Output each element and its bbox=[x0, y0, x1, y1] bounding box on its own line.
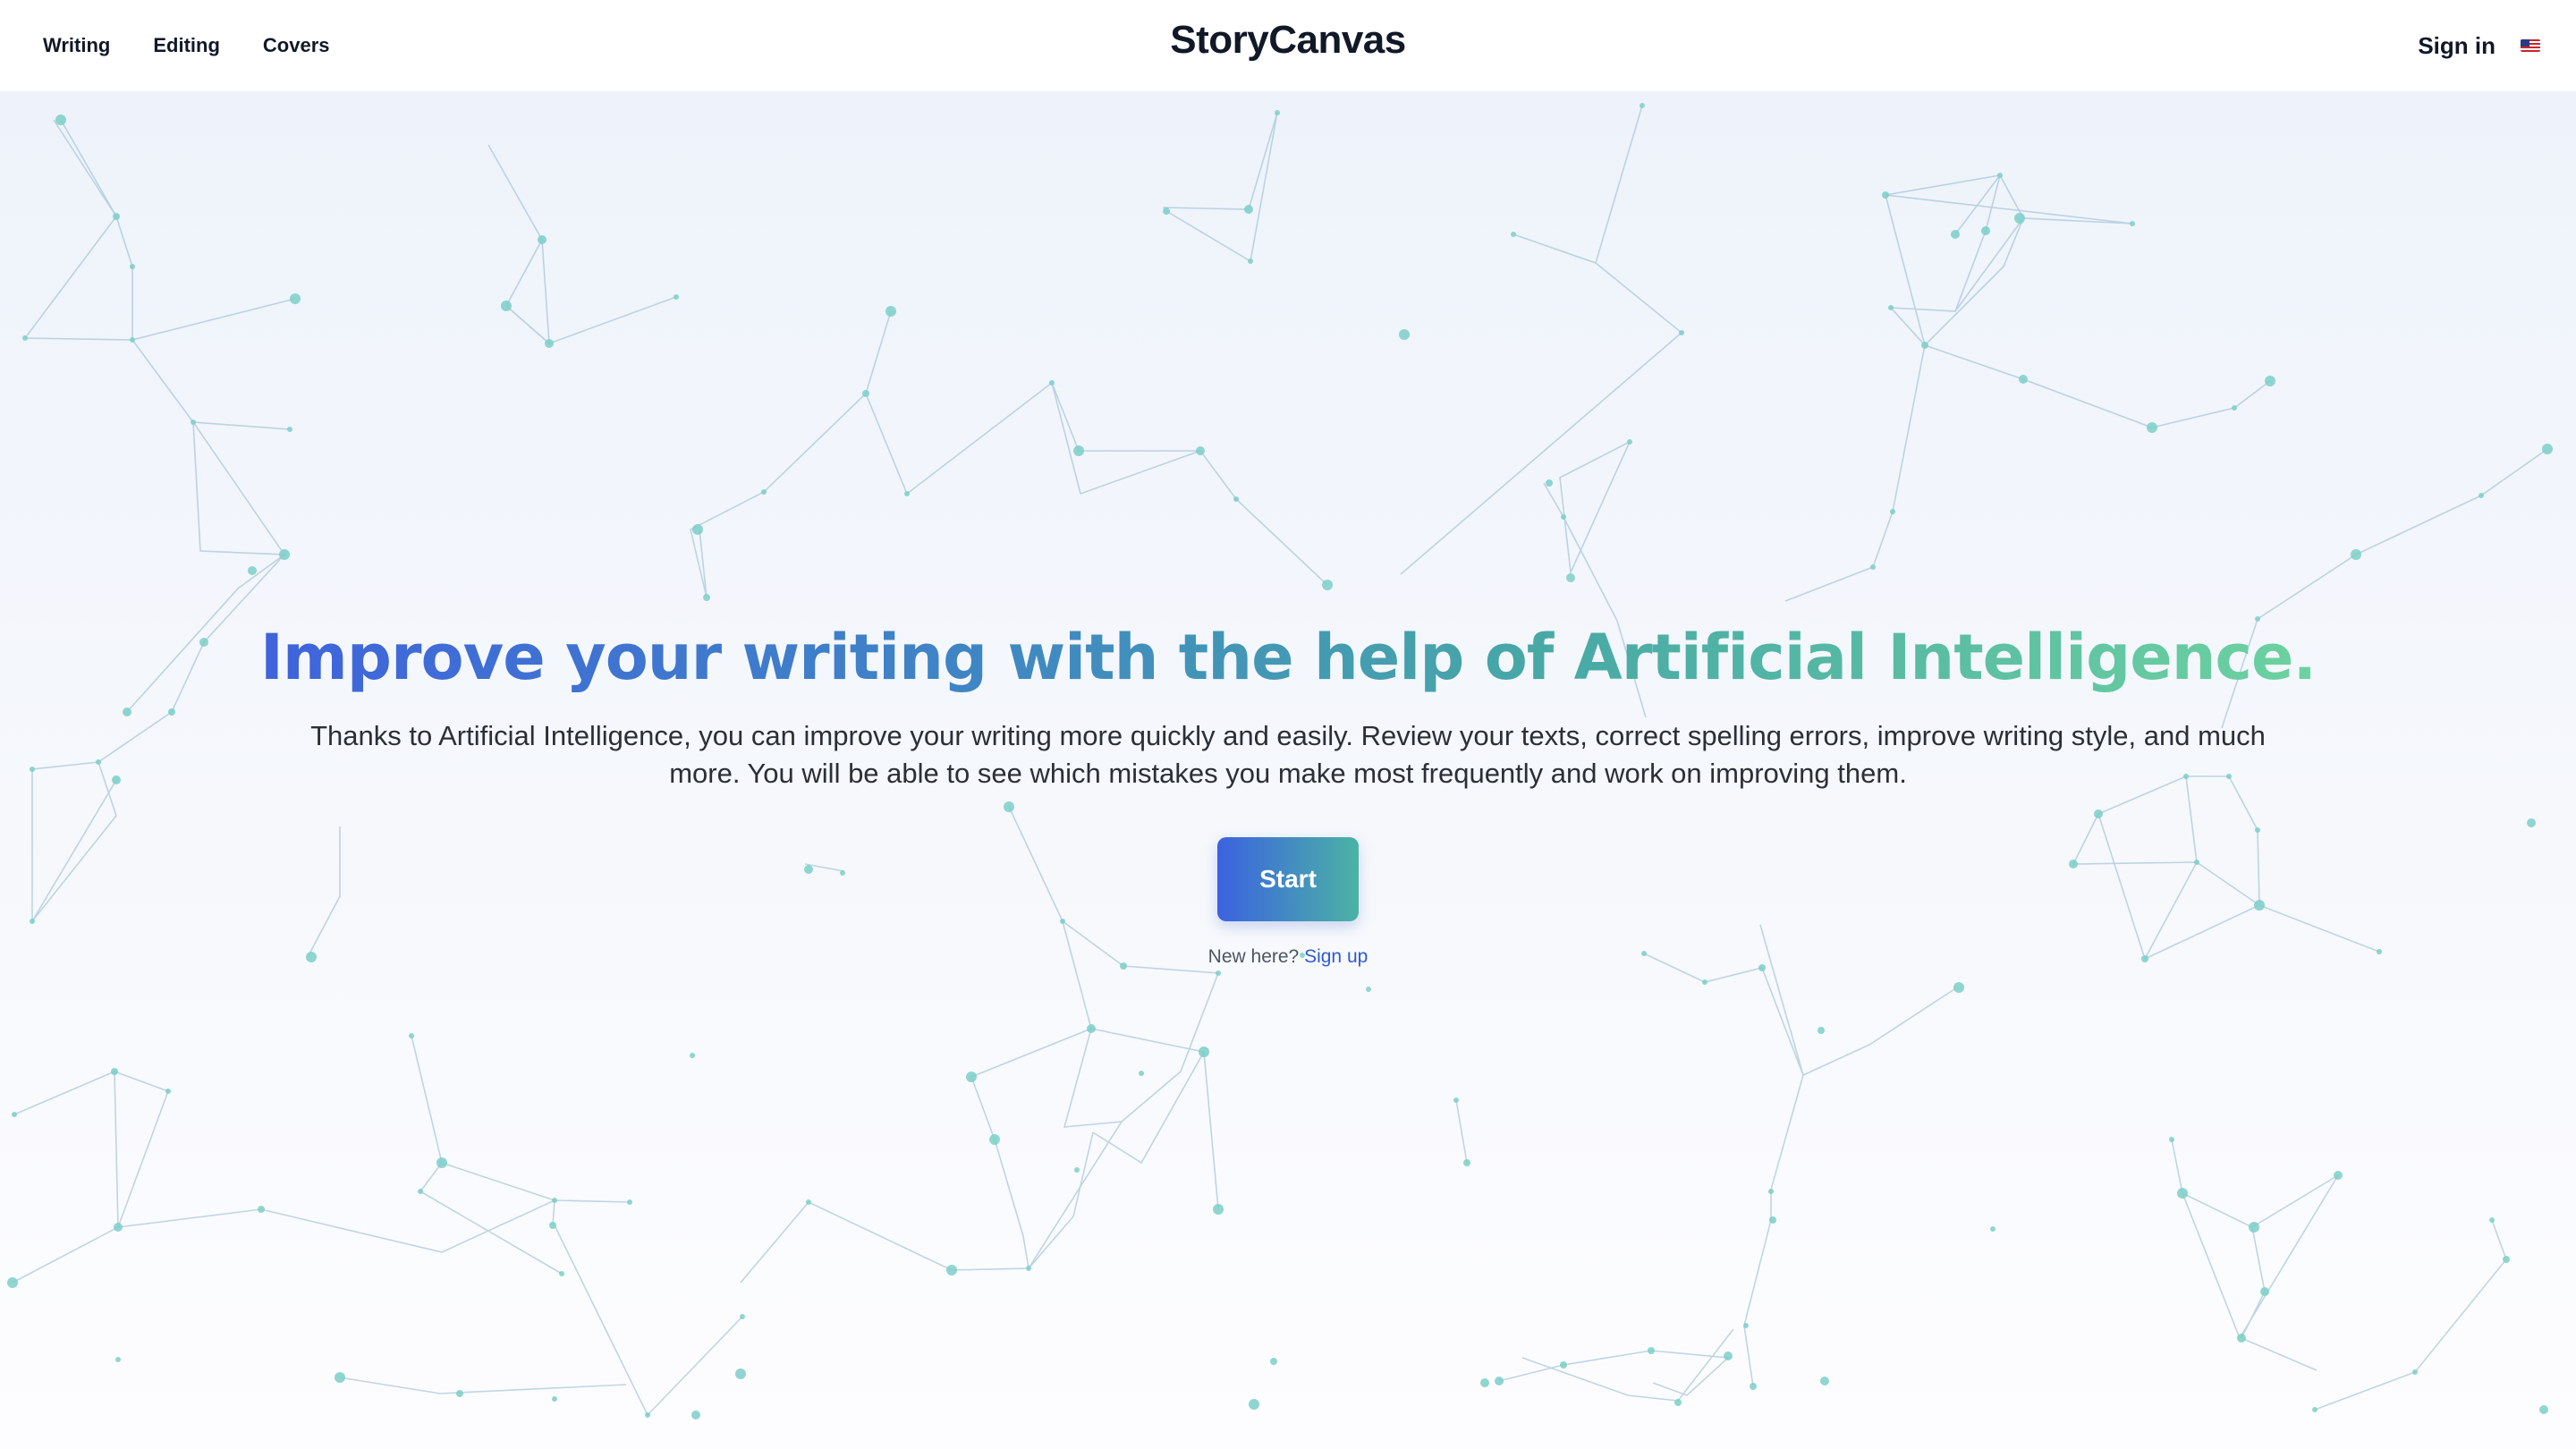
brand-logo-text[interactable]: StoryCanvas bbox=[1170, 18, 1406, 62]
start-button[interactable]: Start bbox=[1217, 837, 1359, 921]
hero-headline: Improve your writing with the help of Ar… bbox=[260, 617, 2317, 698]
sign-up-link[interactable]: Sign up bbox=[1304, 946, 1368, 967]
signup-prompt: New here? bbox=[1208, 946, 1300, 967]
hero-content: Improve your writing with the help of Ar… bbox=[0, 617, 2576, 968]
brand-wrapper: StoryCanvas bbox=[0, 18, 2576, 63]
main-nav: Writing Editing Covers bbox=[43, 0, 373, 91]
nav-right: Sign in bbox=[2418, 0, 2540, 91]
hero-section: Improve your writing with the help of Ar… bbox=[0, 91, 2576, 1449]
sign-in-link[interactable]: Sign in bbox=[2418, 32, 2496, 60]
nav-link-writing[interactable]: Writing bbox=[43, 34, 110, 57]
hero-description: Thanks to Artificial Intelligence, you c… bbox=[310, 720, 2266, 789]
nav-link-covers[interactable]: Covers bbox=[263, 34, 330, 57]
top-navbar: Writing Editing Covers StoryCanvas Sign … bbox=[0, 0, 2576, 91]
landing-page: Writing Editing Covers StoryCanvas Sign … bbox=[0, 0, 2576, 1449]
us-flag-icon[interactable] bbox=[2521, 39, 2540, 52]
signup-row: New here? Sign up bbox=[0, 946, 2576, 968]
nav-link-editing[interactable]: Editing bbox=[153, 34, 220, 57]
